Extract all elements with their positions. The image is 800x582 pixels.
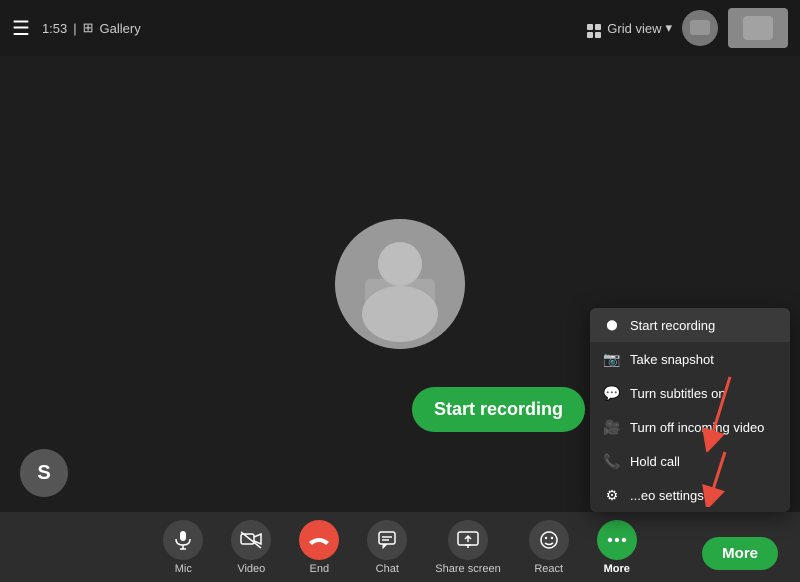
share-screen-label: Share screen	[435, 563, 500, 575]
dropdown-label-take-snapshot: Take snapshot	[630, 352, 714, 367]
red-arrow-2	[695, 447, 745, 507]
video-icon-wrapper	[231, 520, 271, 560]
dropdown-item-settings[interactable]: ⚙ ...eo settings	[590, 478, 790, 512]
chat-button[interactable]: Chat	[367, 520, 407, 575]
react-label: React	[534, 563, 563, 575]
share-screen-button[interactable]: Share screen	[435, 520, 500, 575]
callout-label: Start recording	[434, 399, 563, 419]
user-avatar-header	[682, 10, 718, 46]
share-screen-icon	[457, 531, 479, 549]
more-label: More	[604, 563, 630, 575]
chat-icon-wrapper	[367, 520, 407, 560]
small-user-avatar-s: S	[20, 449, 68, 497]
video-button[interactable]: Video	[231, 520, 271, 575]
gallery-label: Gallery	[100, 21, 141, 36]
gallery-icon: ⊞	[83, 20, 94, 36]
thumb-image	[728, 8, 788, 48]
end-label: End	[309, 563, 329, 575]
grid-icon	[587, 18, 603, 38]
more-icon-wrapper	[597, 520, 637, 560]
more-pill-label: More	[722, 545, 758, 562]
end-call-button[interactable]: End	[299, 520, 339, 575]
record-icon: ⬤	[604, 317, 620, 333]
mic-icon-wrapper	[163, 520, 203, 560]
dropdown-label-hold: Hold call	[630, 454, 680, 469]
video-label: Video	[237, 563, 265, 575]
more-button[interactable]: More	[597, 520, 637, 575]
end-call-icon	[308, 533, 330, 547]
dropdown-label-start-recording: Start recording	[630, 318, 715, 333]
red-arrow-1	[690, 372, 750, 452]
bottom-toolbar: Mic Video End	[0, 512, 800, 582]
header-bar: ☰ 1:53 | ⊞ Gallery Grid view ▾	[0, 0, 800, 56]
react-icon	[539, 530, 559, 550]
subtitles-icon: 💬	[604, 385, 620, 401]
dropdown-item-start-recording[interactable]: ⬤ Start recording	[590, 308, 790, 342]
call-time: 1:53	[42, 21, 67, 36]
mic-icon	[173, 530, 193, 550]
react-icon-wrapper	[529, 520, 569, 560]
settings-icon: ⚙	[604, 487, 620, 503]
chevron-down-icon: ▾	[665, 20, 672, 36]
chat-icon	[377, 530, 397, 550]
snapshot-icon: 📷	[604, 351, 620, 367]
dropdown-item-take-snapshot[interactable]: 📷 Take snapshot	[590, 342, 790, 376]
header-left: ☰ 1:53 | ⊞ Gallery	[12, 16, 141, 41]
grid-view-button[interactable]: Grid view ▾	[587, 18, 672, 38]
chat-label: Chat	[376, 563, 399, 575]
react-button[interactable]: React	[529, 520, 569, 575]
avatar-image	[682, 10, 718, 46]
video-off-icon	[240, 531, 262, 549]
mic-label: Mic	[175, 563, 192, 575]
thumbnail-avatar	[728, 8, 788, 48]
video-off-icon: 🎥	[604, 419, 620, 435]
start-recording-callout: Start recording	[412, 387, 585, 432]
small-avatar-initial: S	[37, 462, 50, 485]
avatar-face	[335, 219, 465, 349]
main-user-avatar	[335, 219, 465, 349]
share-icon-wrapper	[448, 520, 488, 560]
header-right: Grid view ▾	[587, 8, 788, 48]
hold-icon: 📞	[604, 453, 620, 469]
more-green-pill[interactable]: More	[702, 537, 778, 570]
end-icon-wrapper	[299, 520, 339, 560]
grid-view-label: Grid view	[607, 21, 661, 36]
menu-icon[interactable]: ☰	[12, 16, 30, 41]
more-dots-icon	[607, 537, 627, 543]
header-info: 1:53 | ⊞ Gallery	[42, 20, 141, 36]
dropdown-label-settings: ...eo settings	[630, 488, 704, 503]
separator: |	[73, 21, 76, 36]
mic-button[interactable]: Mic	[163, 520, 203, 575]
